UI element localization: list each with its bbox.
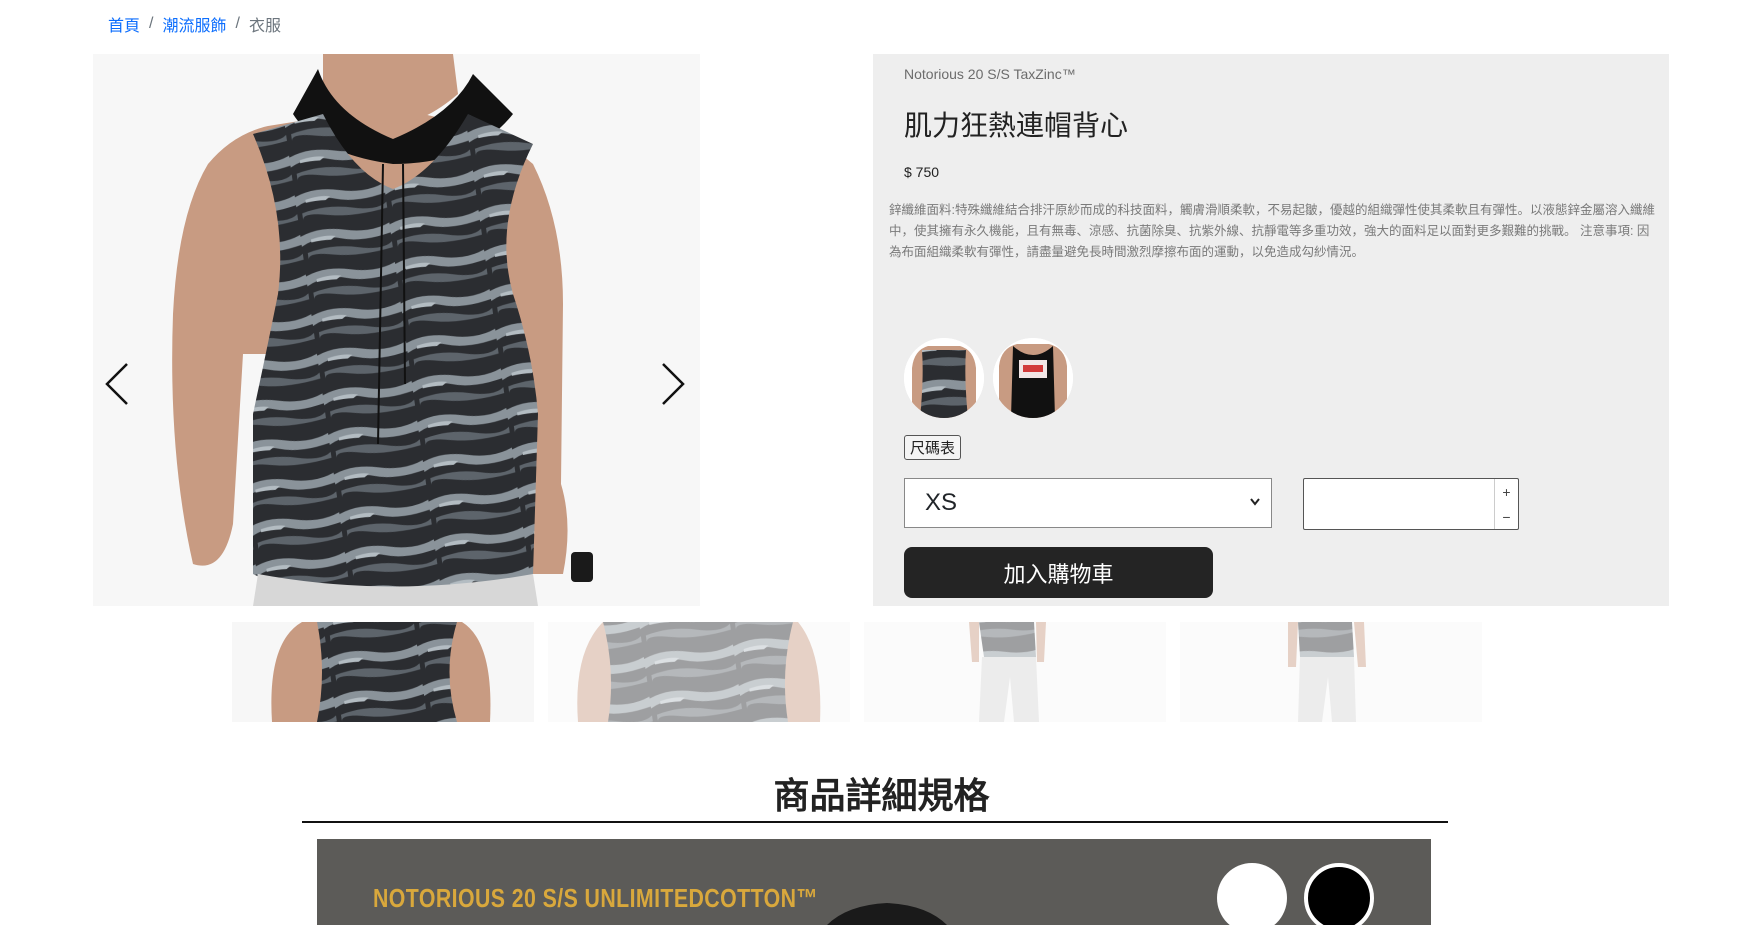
thumbnail-image	[232, 622, 534, 722]
thumbnail-1[interactable]	[232, 622, 534, 722]
product-brand-line: Notorious 20 S/S TaxZinc™	[904, 66, 1076, 82]
size-select-value: XS	[925, 489, 958, 516]
color-option-black[interactable]	[1304, 863, 1374, 925]
product-price: $ 750	[904, 164, 940, 180]
thumbnail-image	[548, 622, 850, 722]
spec-divider	[302, 821, 1448, 823]
carousel-next-button[interactable]	[653, 354, 693, 414]
quantity-stepper[interactable]: + −	[1303, 478, 1519, 530]
spec-section-title: 商品詳細規格	[773, 776, 990, 817]
size-select[interactable]: XS	[904, 478, 1272, 528]
thumbnail-strip	[232, 622, 1496, 722]
size-chart-button[interactable]: 尺碼表	[904, 435, 962, 460]
breadcrumb: 首頁 / 潮流服飾 / 衣服	[108, 12, 281, 36]
quantity-spinner: + −	[1494, 479, 1518, 529]
breadcrumb-separator: /	[149, 15, 154, 32]
thumbnail-image	[864, 622, 1166, 722]
product-description: 鋅纖維面料:特殊纖維結合排汗原紗而成的科技面料，觸膚滑順柔軟，不易起皺，優越的組…	[889, 203, 1655, 259]
thumbnail-image	[1180, 622, 1482, 722]
breadcrumb-separator: /	[235, 15, 240, 32]
chevron-right-icon	[662, 363, 685, 405]
breadcrumb-current: 衣服	[248, 18, 281, 35]
thumbnail-3[interactable]	[864, 622, 1166, 722]
breadcrumb-home-link[interactable]: 首頁	[108, 12, 140, 36]
quantity-decrement-button[interactable]: −	[1495, 504, 1518, 529]
variant-swatch-black[interactable]	[993, 338, 1073, 418]
camo-vest-thumbnail	[904, 338, 984, 418]
quantity-increment-button[interactable]: +	[1495, 479, 1518, 504]
product-info-panel: Notorious 20 S/S TaxZinc™ 肌力狂熱連帽背心 $ 750…	[873, 54, 1669, 606]
thumbnail-4[interactable]	[1180, 622, 1482, 722]
variant-swatch-camo[interactable]	[904, 338, 984, 418]
color-option-white[interactable]	[1217, 863, 1287, 925]
add-to-cart-button[interactable]: 加入購物車	[904, 547, 1213, 598]
product-title: 肌力狂熱連帽背心	[904, 109, 1129, 142]
spec-banner: NOTORIOUS 20 S/S UNLIMITEDCOTTON™	[317, 839, 1431, 925]
banner-model-image	[827, 903, 947, 925]
chevron-down-icon	[1250, 498, 1260, 506]
chevron-left-icon	[105, 363, 128, 405]
black-tank-thumbnail	[993, 338, 1073, 418]
carousel-prev-button[interactable]	[97, 354, 137, 414]
product-main-image	[93, 54, 700, 606]
thumbnail-2[interactable]	[548, 622, 850, 722]
breadcrumb-category-link[interactable]: 潮流服飾	[162, 12, 226, 36]
product-image-carousel	[93, 54, 700, 606]
banner-heading: NOTORIOUS 20 S/S UNLIMITEDCOTTON™	[373, 883, 819, 913]
